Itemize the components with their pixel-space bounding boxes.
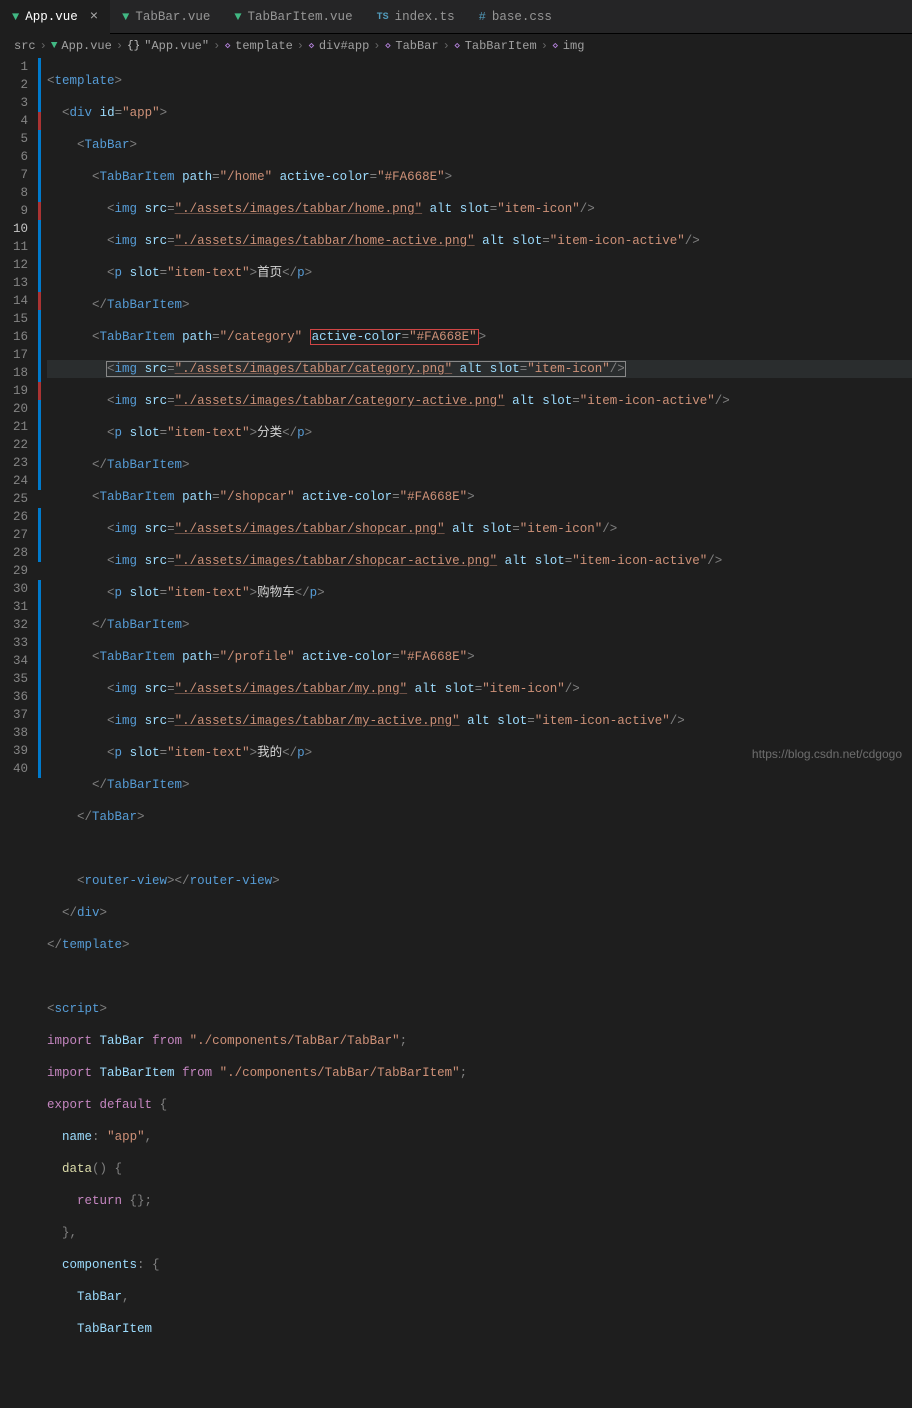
chevron-right-icon: › xyxy=(116,39,123,53)
code-line[interactable]: <script> xyxy=(47,1000,912,1018)
code-line[interactable]: name: "app", xyxy=(47,1128,912,1146)
code-editor[interactable]: 1 2 3 4 5 6 7 8 9 10 11 12 13 14 15 16 1… xyxy=(0,58,912,767)
code-line[interactable]: }, xyxy=(47,1224,912,1242)
vue-icon: ▼ xyxy=(51,40,58,52)
code-content[interactable]: <template> <div id="app"> <TabBar> <TabB… xyxy=(41,58,912,767)
crumb-app-vue[interactable]: ▼ App.vue xyxy=(51,39,112,53)
vue-icon: ▼ xyxy=(12,10,19,24)
code-line[interactable]: <router-view></router-view> xyxy=(47,872,912,890)
code-line[interactable]: <p slot="item-text">分类</p> xyxy=(47,424,912,442)
code-line[interactable]: </div> xyxy=(47,904,912,922)
code-line[interactable]: <div id="app"> xyxy=(47,104,912,122)
code-line[interactable]: <img src="./assets/images/tabbar/my.png"… xyxy=(47,680,912,698)
chevron-right-icon: › xyxy=(213,39,220,53)
editor-tabs: ▼ App.vue × ▼ TabBar.vue ▼ TabBarItem.vu… xyxy=(0,0,912,34)
hash-icon: # xyxy=(479,10,486,24)
code-line[interactable]: <TabBar> xyxy=(47,136,912,154)
crumb-div[interactable]: ⋄ div#app xyxy=(308,39,369,53)
code-line[interactable]: import TabBarItem from "./components/Tab… xyxy=(47,1064,912,1082)
code-line[interactable]: <TabBarItem path="/profile" active-color… xyxy=(47,648,912,666)
code-line[interactable]: <img src="./assets/images/tabbar/shopcar… xyxy=(47,552,912,570)
tab-base-css[interactable]: # base.css xyxy=(467,0,564,34)
breadcrumb: src › ▼ App.vue › {} "App.vue" › ⋄ templ… xyxy=(0,34,912,58)
line-gutter: 1 2 3 4 5 6 7 8 9 10 11 12 13 14 15 16 1… xyxy=(0,58,38,767)
code-line[interactable]: </TabBarItem> xyxy=(47,296,912,314)
crumb-img[interactable]: ⋄ img xyxy=(552,39,585,53)
tab-tabbar-vue[interactable]: ▼ TabBar.vue xyxy=(110,0,222,34)
tab-label: index.ts xyxy=(395,10,455,24)
code-line[interactable]: TabBar, xyxy=(47,1288,912,1306)
chevron-right-icon: › xyxy=(40,39,47,53)
chevron-right-icon: › xyxy=(443,39,450,53)
code-line[interactable]: </TabBarItem> xyxy=(47,616,912,634)
code-line[interactable]: </TabBarItem> xyxy=(47,776,912,794)
crumb-src[interactable]: src xyxy=(14,39,36,53)
chevron-right-icon: › xyxy=(541,39,548,53)
tab-tabbaritem-vue[interactable]: ▼ TabBarItem.vue xyxy=(222,0,364,34)
code-line[interactable]: <img src="./assets/images/tabbar/categor… xyxy=(47,392,912,410)
tab-label: TabBar.vue xyxy=(135,10,210,24)
code-icon: ⋄ xyxy=(454,39,461,53)
code-line[interactable]: <template> xyxy=(47,72,912,90)
vue-icon: ▼ xyxy=(122,10,129,24)
crumb-scope[interactable]: {} "App.vue" xyxy=(127,39,209,53)
code-line[interactable]: export default { xyxy=(47,1096,912,1114)
code-line-active[interactable]: <img src="./assets/images/tabbar/categor… xyxy=(47,360,912,378)
code-line[interactable] xyxy=(47,968,912,986)
vue-icon: ▼ xyxy=(234,10,241,24)
crumb-tabbaritem[interactable]: ⋄ TabBarItem xyxy=(454,39,537,53)
code-line[interactable]: </TabBar> xyxy=(47,808,912,826)
tab-app-vue[interactable]: ▼ App.vue × xyxy=(0,0,110,34)
code-line[interactable]: <TabBarItem path="/shopcar" active-color… xyxy=(47,488,912,506)
highlight-box: active-color="#FA668E" xyxy=(310,329,479,345)
code-line[interactable]: import TabBar from "./components/TabBar/… xyxy=(47,1032,912,1050)
code-line[interactable]: <img src="./assets/images/tabbar/shopcar… xyxy=(47,520,912,538)
code-line[interactable]: data() { xyxy=(47,1160,912,1178)
code-line[interactable]: <img src="./assets/images/tabbar/my-acti… xyxy=(47,712,912,730)
code-line[interactable]: components: { xyxy=(47,1256,912,1274)
code-line[interactable]: </TabBarItem> xyxy=(47,456,912,474)
code-line[interactable]: <TabBarItem path="/home" active-color="#… xyxy=(47,168,912,186)
code-icon: ⋄ xyxy=(384,39,391,53)
code-line[interactable]: </template> xyxy=(47,936,912,954)
code-line[interactable]: <TabBarItem path="/category" active-colo… xyxy=(47,328,912,346)
code-line[interactable]: <img src="./assets/images/tabbar/home.pn… xyxy=(47,200,912,218)
watermark: https://blog.csdn.net/cdgogo xyxy=(752,747,902,761)
braces-icon: {} xyxy=(127,40,140,52)
code-icon: ⋄ xyxy=(552,39,559,53)
code-icon: ⋄ xyxy=(308,39,315,53)
code-line[interactable]: <p slot="item-text">购物车</p> xyxy=(47,584,912,602)
chevron-right-icon: › xyxy=(373,39,380,53)
ts-icon: TS xyxy=(377,12,389,23)
chevron-right-icon: › xyxy=(297,39,304,53)
tab-label: App.vue xyxy=(25,10,78,24)
code-line[interactable] xyxy=(47,840,912,858)
tab-label: base.css xyxy=(492,10,552,24)
code-line[interactable]: <img src="./assets/images/tabbar/home-ac… xyxy=(47,232,912,250)
code-line[interactable]: <p slot="item-text">首页</p> xyxy=(47,264,912,282)
tab-index-ts[interactable]: TS index.ts xyxy=(365,0,467,34)
code-icon: ⋄ xyxy=(224,39,231,53)
code-line[interactable]: return {}; xyxy=(47,1192,912,1210)
crumb-template[interactable]: ⋄ template xyxy=(224,39,293,53)
code-line[interactable]: TabBarItem xyxy=(47,1320,912,1338)
close-icon[interactable]: × xyxy=(90,9,98,25)
crumb-tabbar[interactable]: ⋄ TabBar xyxy=(384,39,438,53)
tab-label: TabBarItem.vue xyxy=(248,10,353,24)
